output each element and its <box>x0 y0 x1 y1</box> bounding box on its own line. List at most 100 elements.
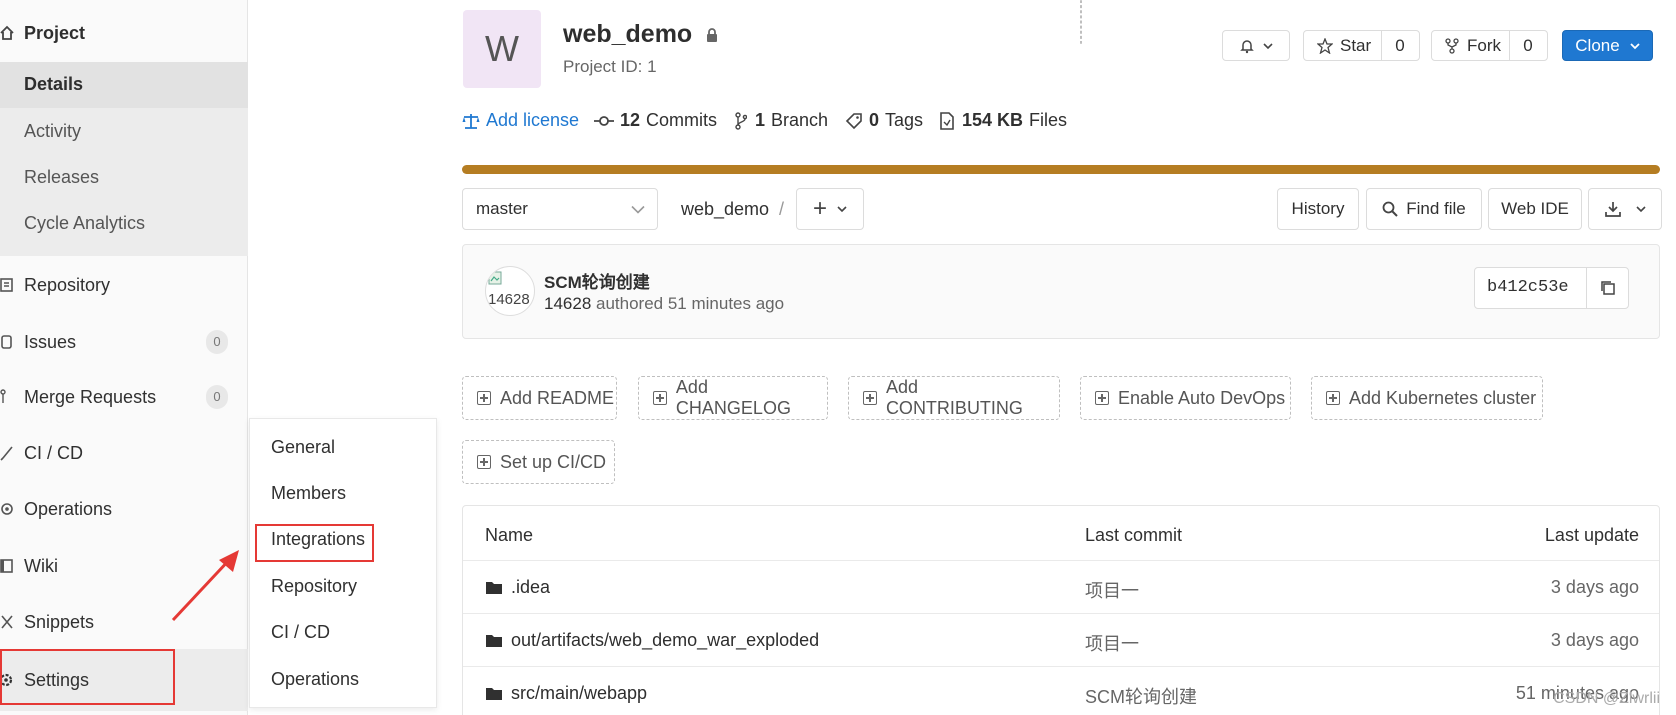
sidebar-item-operations[interactable]: Operations <box>0 496 248 522</box>
add-to-tree-dropdown[interactable]: + <box>796 188 864 230</box>
quick-action-label: Enable Auto DevOps <box>1118 387 1286 408</box>
book-icon <box>0 275 14 295</box>
sidebar-item-ci-cd[interactable]: CI / CD <box>0 440 248 466</box>
file-name[interactable]: out/artifacts/web_demo_war_exploded <box>485 630 819 651</box>
add-contributing-button[interactable]: Add CONTRIBUTING <box>848 376 1060 420</box>
subnav-details[interactable]: Details <box>24 74 83 95</box>
add-license-link[interactable]: Add license <box>462 110 579 131</box>
sidebar-item-label: Operations <box>24 498 113 519</box>
tags-link[interactable]: 0 Tags <box>845 110 923 131</box>
branches-link[interactable]: 1 Branch <box>735 110 828 131</box>
table-row[interactable]: src/main/webapp SCM轮询创建 51 minutes ago <box>463 666 1659 715</box>
flyout-ci-cd[interactable]: CI / CD <box>271 622 330 643</box>
breadcrumb-separator: / <box>779 199 785 219</box>
fork-icon <box>1445 37 1459 54</box>
flyout-operations[interactable]: Operations <box>271 669 359 690</box>
sidebar-item-label: Project <box>24 22 86 43</box>
subnav-releases[interactable]: Releases <box>24 167 99 188</box>
folder-icon <box>485 633 503 648</box>
divider <box>1586 268 1587 308</box>
sidebar-item-merge-requests[interactable]: Merge Requests 0 <box>0 384 248 410</box>
commits-link[interactable]: 12 Commits <box>594 110 717 131</box>
sidebar-item-label: Repository <box>24 274 111 295</box>
commit-sha[interactable]: b412c53e <box>1487 278 1569 297</box>
flyout-general[interactable]: General <box>271 437 335 458</box>
settings-flyout-menu: General Members Integrations Repository … <box>249 418 437 708</box>
chevron-down-icon <box>631 205 645 214</box>
project-subnav: Details Activity Releases Cycle Analytic… <box>0 62 248 256</box>
watermark: CSDN @Zlwrlii <box>1553 690 1660 707</box>
plus-square-icon <box>863 391 877 405</box>
find-file-label: Find file <box>1406 199 1466 218</box>
branch-label: Branch <box>771 110 829 130</box>
home-icon <box>0 23 14 43</box>
clone-dropdown-button[interactable]: Clone <box>1562 30 1653 61</box>
tags-count: 0 <box>869 110 880 130</box>
add-readme-button[interactable]: Add README <box>462 376 617 420</box>
star-button[interactable]: Star 0 <box>1303 30 1420 61</box>
row-last-commit[interactable]: 项目一 <box>1085 630 1139 656</box>
table-row[interactable]: .idea 项目一 3 days ago <box>463 560 1659 613</box>
add-kubernetes-cluster-button[interactable]: Add Kubernetes cluster <box>1311 376 1543 420</box>
flyout-members[interactable]: Members <box>271 483 346 504</box>
enable-auto-devops-button[interactable] <box>1080 0 1082 44</box>
chevron-down-icon <box>1630 42 1640 50</box>
file-name[interactable]: src/main/webapp <box>485 683 647 704</box>
file-icon <box>940 111 954 130</box>
table-row[interactable]: out/artifacts/web_demo_war_exploded 项目一 … <box>463 613 1659 666</box>
branch-select[interactable]: master <box>462 188 658 230</box>
history-button[interactable]: History <box>1277 188 1359 230</box>
avatar-alt-text: 14628 <box>488 291 530 308</box>
branch-count: 1 <box>755 110 766 130</box>
sidebar-item-issues[interactable]: Issues 0 <box>0 329 248 355</box>
avatar: 14628 <box>485 266 535 316</box>
row-last-commit[interactable]: 项目一 <box>1085 577 1139 603</box>
copy-icon[interactable] <box>1600 280 1616 296</box>
chevron-down-icon <box>837 205 847 213</box>
commit-time: authored 51 minutes ago <box>596 294 785 313</box>
download-icon <box>1604 201 1622 217</box>
breadcrumb-project[interactable]: web_demo <box>681 199 769 220</box>
commit-sha-group: b412c53e <box>1474 267 1629 309</box>
settings-highlight-box <box>0 649 175 705</box>
sidebar-item-label: Issues <box>24 331 77 352</box>
column-header-name: Name <box>485 525 534 545</box>
star-count[interactable]: 0 <box>1381 36 1419 56</box>
web-ide-button[interactable]: Web IDE <box>1488 188 1582 230</box>
flyout-repository[interactable]: Repository <box>271 576 357 597</box>
add-changelog-button[interactable]: Add CHANGELOG <box>638 376 828 420</box>
commit-meta: 14628 authored 51 minutes ago <box>544 294 784 314</box>
fork-button[interactable]: Fork 0 <box>1431 30 1548 61</box>
find-file-button[interactable]: Find file <box>1366 188 1482 230</box>
row-last-update: 3 days ago <box>1550 630 1639 650</box>
plus-square-icon <box>653 391 667 405</box>
file-tree-table: Name Last commit Last update .idea 项目一 3… <box>462 505 1660 715</box>
notification-dropdown[interactable] <box>1222 30 1290 61</box>
rocket-icon <box>0 443 14 463</box>
column-header-last-update: Last update <box>1544 525 1639 545</box>
merge-requests-count-badge: 0 <box>206 385 228 409</box>
download-dropdown[interactable] <box>1588 188 1662 230</box>
commit-author[interactable]: 14628 <box>544 294 591 313</box>
chevron-down-icon <box>1263 42 1273 50</box>
broken-image-icon <box>488 271 502 285</box>
subnav-cycle-analytics[interactable]: Cycle Analytics <box>24 213 145 234</box>
quick-action-label: Add README <box>500 387 615 408</box>
folder-icon <box>485 686 503 701</box>
subnav-activity[interactable]: Activity <box>24 121 81 142</box>
file-name[interactable]: .idea <box>485 577 550 598</box>
star-icon <box>1317 37 1333 54</box>
commit-title[interactable]: SCM轮询创建 <box>544 268 650 293</box>
project-avatar: W <box>463 10 541 88</box>
sidebar-item-project[interactable]: Project <box>0 20 248 46</box>
quick-action-label: Add CONTRIBUTING <box>885 377 1023 418</box>
files-link[interactable]: 154 KB Files <box>940 110 1067 131</box>
project-title: web_demo <box>563 20 719 49</box>
plus-square-icon <box>1326 391 1340 405</box>
sidebar-item-repository[interactable]: Repository <box>0 272 248 298</box>
folder-name: out/artifacts/web_demo_war_exploded <box>511 630 820 650</box>
set-up-ci-cd-button[interactable]: Set up CI/CD <box>462 440 615 484</box>
enable-auto-devops-button[interactable]: Enable Auto DevOps <box>1080 376 1291 420</box>
row-last-commit[interactable]: SCM轮询创建 <box>1085 683 1197 709</box>
fork-count[interactable]: 0 <box>1509 36 1547 56</box>
